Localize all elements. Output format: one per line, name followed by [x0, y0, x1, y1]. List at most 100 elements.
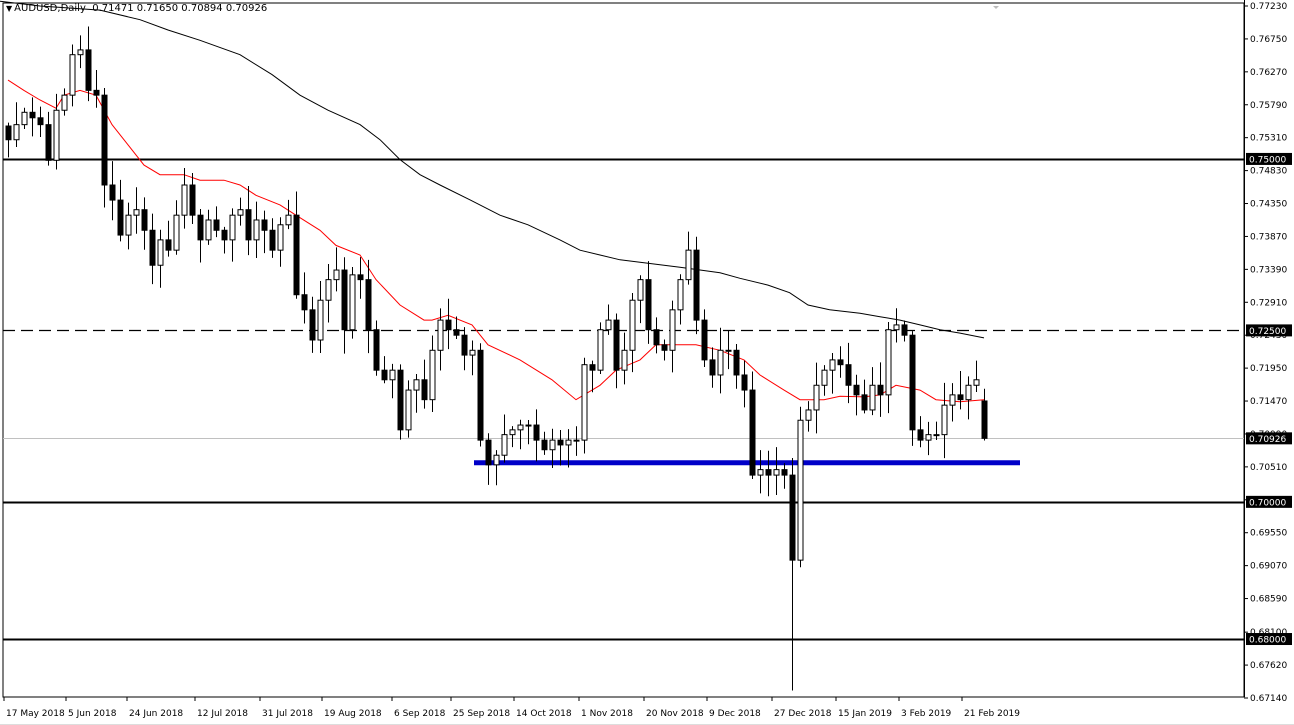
date-tick-label: 12 Jul 2018 [197, 709, 248, 719]
candle [798, 407, 803, 568]
candle-body [342, 270, 347, 330]
candle-body [486, 440, 491, 465]
candle-body [582, 365, 587, 440]
candle-body [678, 280, 683, 310]
candle-body [302, 295, 307, 310]
price-tick-label: 0.71470 [1250, 397, 1287, 407]
candle-body [926, 435, 931, 440]
candle-body [318, 300, 323, 340]
price-tick-label: 0.70510 [1250, 463, 1287, 473]
candle-body [294, 215, 299, 295]
price-tick-label: 0.74830 [1250, 167, 1287, 177]
candle-body [542, 440, 547, 450]
candle-body [110, 185, 115, 200]
date-tick-label: 5 Jun 2018 [68, 709, 117, 719]
candle [598, 322, 603, 374]
date-tick-label: 31 Jul 2018 [262, 709, 313, 719]
candle-body [894, 325, 899, 330]
candle-body [174, 215, 179, 250]
candle-body [366, 280, 371, 330]
price-tick-label: 0.67140 [1250, 694, 1287, 704]
candle-body [870, 385, 875, 410]
candle-body [750, 390, 755, 475]
candle-body [838, 360, 843, 365]
price-label-0.70926: 0.70926 [1249, 435, 1286, 445]
price-tick-label: 0.76270 [1250, 68, 1287, 78]
candle-body [94, 90, 99, 95]
candle-body [534, 425, 539, 440]
price-label-0.68000: 0.68000 [1249, 636, 1286, 646]
price-tick-label: 0.68590 [1250, 595, 1287, 605]
candle-body [830, 360, 835, 370]
candle-body [438, 320, 443, 350]
candle-body [430, 350, 435, 399]
candle-body [126, 215, 131, 235]
candle-body [782, 470, 787, 475]
candle-body [550, 440, 555, 450]
candle-body [414, 380, 419, 390]
candle-body [846, 365, 851, 386]
candle-body [158, 240, 163, 265]
date-tick-label: 27 Dec 2018 [774, 709, 832, 719]
candle-body [558, 440, 563, 445]
candle-body [814, 385, 819, 410]
candle-body [758, 470, 763, 475]
candle-body [262, 220, 267, 230]
date-tick-label: 20 Nov 2018 [646, 709, 704, 719]
candle [582, 358, 587, 454]
candle-body [614, 320, 619, 370]
candle-body [502, 435, 507, 456]
dropdown-triangle-icon[interactable]: ▼ [6, 4, 12, 13]
candle-body [86, 50, 91, 90]
candle-body [718, 350, 723, 375]
candle-body [382, 370, 387, 380]
price-tick-label: 0.77230 [1250, 2, 1287, 12]
candle-body [470, 350, 475, 355]
date-tick-label: 9 Dec 2018 [709, 709, 761, 719]
candle-body [774, 470, 779, 475]
candle-body [790, 475, 795, 560]
candle-body [686, 250, 691, 279]
candle-body [694, 250, 699, 320]
candle-body [478, 350, 483, 440]
candle-body [374, 330, 379, 370]
candle-body [230, 215, 235, 240]
candle-body [566, 440, 571, 445]
candle-body [958, 395, 963, 400]
candle-body [270, 230, 275, 250]
candle [350, 267, 355, 339]
date-tick-label: 17 May 2018 [6, 709, 65, 719]
ohlc-readout: 0.71471 0.71650 0.70894 0.70926 [92, 3, 267, 14]
candle-body [102, 95, 107, 185]
candle-body [590, 365, 595, 370]
date-tick-label: 25 Sep 2018 [453, 709, 510, 719]
candle-body [494, 455, 499, 465]
candle-body [30, 112, 35, 117]
price-tick-label: 0.73390 [1250, 265, 1287, 275]
candle-body [886, 330, 891, 395]
candle-body [766, 470, 771, 475]
price-tick-label: 0.75310 [1250, 134, 1287, 144]
candle-body [526, 425, 531, 426]
candle [694, 237, 699, 334]
date-tick-label: 6 Sep 2018 [394, 709, 446, 719]
price-chart[interactable]: 0.772300.767500.762700.757900.753100.748… [0, 0, 1294, 725]
candle-body [398, 370, 403, 430]
candle-body [422, 380, 427, 400]
candle-body [950, 395, 955, 405]
candle-body [942, 405, 947, 434]
candle-body [62, 95, 67, 110]
date-tick-label: 24 Jun 2018 [129, 709, 183, 719]
price-tick-label: 0.71950 [1250, 364, 1287, 374]
candle-body [222, 230, 227, 240]
candle-body [918, 430, 923, 440]
date-tick-label: 3 Feb 2019 [901, 709, 952, 719]
price-tick-label: 0.67620 [1250, 661, 1287, 671]
candle-body [902, 325, 907, 335]
candle-body [254, 220, 259, 240]
candle-body [134, 210, 139, 215]
candle-body [166, 240, 171, 250]
price-tick-label: 0.73870 [1250, 232, 1287, 242]
symbol-timeframe: AUDUSD,Daily [14, 3, 86, 14]
price-label-0.75000: 0.75000 [1249, 155, 1286, 165]
